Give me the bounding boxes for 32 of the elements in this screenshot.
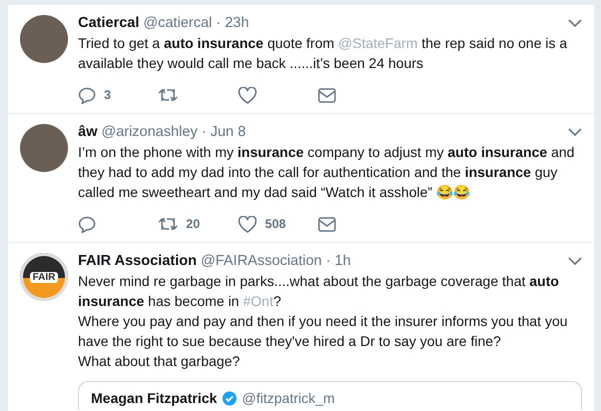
quoted-user-name: Meagan Fitzpatrick [91,390,218,406]
action-count: 3 [104,88,111,102]
avatar-photo-placeholder[interactable] [20,15,68,63]
tweet-time[interactable]: · 23h [216,15,250,31]
retweet-icon[interactable] [158,216,178,232]
chevron-down-icon[interactable] [568,18,582,28]
tweet-text: Tried to get a auto insurance quote from @StateFarm the rep said no one is a available they would call me back ......it’s been 24 hours [78,34,568,73]
avatar-photo-placeholder[interactable] [20,124,68,172]
tweet-text: I’m on the phone with my insurance company to adjust my auto insurance and they had to add my dad into the call for authentication and the insurance guy called me sweetheart and my dad said “Watch it asshole” 😂😂 [78,143,576,202]
retweet-icon[interactable] [158,87,178,103]
tweet-time[interactable]: · 1h [326,253,351,269]
tweet-text: Never mind re garbage in parks....what about the garbage coverage that auto insurance has become in #Ont? Where you pay and pay and then if you need it the insurer informs you that you have the right to sue because they've hired a Dr to say you are fine? What about that garbage? [78,272,569,371]
quoted-tweet[interactable]: Meagan Fitzpatrick @fitzpatrick_m [78,381,582,410]
reply-icon[interactable] [78,216,96,232]
reply-icon[interactable] [78,86,96,104]
quoted-user-handle: @fitzpatrick_m [242,390,335,406]
logo-avatar[interactable]: FAIR [20,253,68,301]
chevron-down-icon[interactable] [568,256,582,266]
user-name[interactable]: FAIR Association [78,253,197,269]
user-handle[interactable]: @FAIRAssociation [200,253,322,269]
chevron-down-icon[interactable] [568,128,582,136]
mail-icon[interactable] [318,216,336,232]
heart-icon[interactable] [238,86,257,104]
mail-icon[interactable] [318,88,336,102]
user-handle[interactable]: @catiercal [143,15,212,31]
action-count: 20 [186,217,200,231]
tweet-time[interactable]: · Jun 8 [201,124,246,140]
user-name[interactable]: Catiercal [78,15,140,31]
user-name[interactable]: âw [78,124,98,140]
user-handle[interactable]: @arizonashley [101,124,198,140]
heart-icon[interactable] [238,216,257,232]
action-count: 508 [265,217,286,231]
